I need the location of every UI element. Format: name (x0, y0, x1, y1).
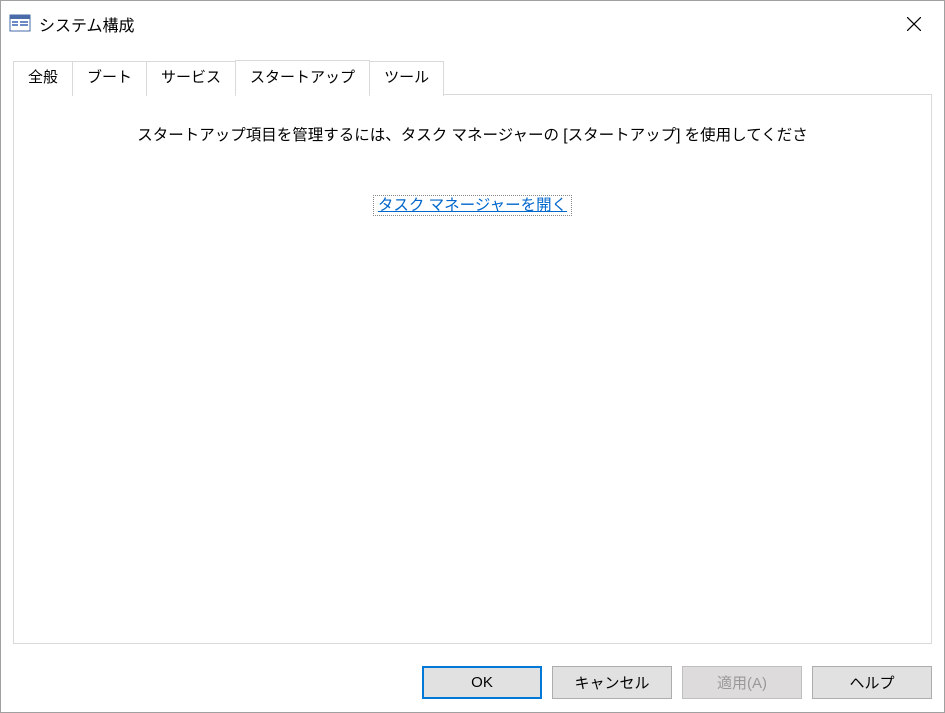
cancel-button[interactable]: キャンセル (552, 666, 672, 699)
link-container: タスク マネージャーを開く (14, 193, 931, 215)
tab-general[interactable]: 全般 (13, 61, 73, 96)
tabs-container: 全般 ブート サービス スタートアップ ツール スタートアップ項目を管理するには… (1, 46, 944, 644)
startup-message: スタートアップ項目を管理するには、タスク マネージャーの [スタートアップ] を… (14, 95, 931, 145)
help-button[interactable]: ヘルプ (812, 666, 932, 699)
titlebar: システム構成 (1, 1, 944, 46)
window-title: システム構成 (39, 12, 135, 36)
tab-content: スタートアップ項目を管理するには、タスク マネージャーの [スタートアップ] を… (13, 94, 932, 644)
tab-startup[interactable]: スタートアップ (235, 60, 370, 95)
tab-services[interactable]: サービス (146, 61, 236, 96)
button-row: OK キャンセル 適用(A) ヘルプ (422, 666, 932, 699)
app-icon (9, 13, 31, 35)
close-button[interactable] (884, 1, 944, 46)
open-task-manager-link[interactable]: タスク マネージャーを開く (373, 195, 572, 216)
ok-button[interactable]: OK (422, 666, 542, 699)
tabs: 全般 ブート サービス スタートアップ ツール (13, 60, 932, 95)
tab-boot[interactable]: ブート (72, 61, 147, 96)
apply-button: 適用(A) (682, 666, 802, 699)
tab-tools[interactable]: ツール (369, 61, 444, 96)
close-icon (907, 17, 921, 31)
